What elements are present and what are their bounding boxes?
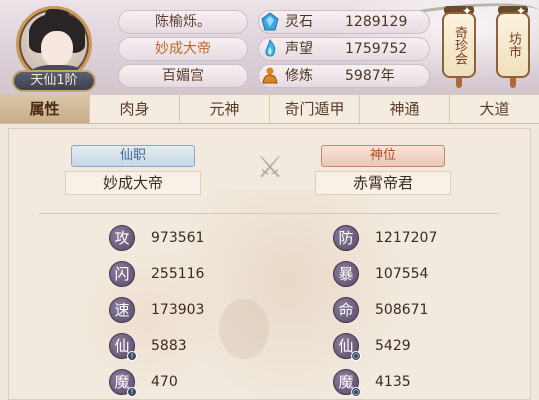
resource-spirit-stone: 灵石 1289129 — [258, 10, 430, 34]
meditation-icon — [257, 63, 283, 89]
spirit-stone-icon — [257, 9, 283, 35]
cultivation-rank-badge: 天仙1阶 — [12, 70, 96, 92]
resource-reputation: 声望 1759752 — [258, 37, 430, 61]
resource-cultivation: 修炼 5987年 — [258, 64, 430, 88]
sparkle-icon: ✦ — [516, 4, 527, 18]
demonic-resist-icon: 魔 ○ — [333, 369, 361, 397]
tab-dao[interactable]: 大道 — [450, 95, 539, 123]
profile-info: 陈榆烁。 妙成大帝 百媚宫 — [118, 10, 248, 91]
treasure-auction-label: 奇珍会 — [442, 12, 476, 78]
player-name: 陈榆烁。 — [118, 10, 248, 34]
info-dot-icon: ○ — [351, 351, 361, 361]
demonic-power-icon: 魔 ! — [109, 369, 137, 397]
info-dot-icon: ! — [127, 387, 137, 397]
attack-icon: 攻 — [109, 225, 135, 251]
tab-body[interactable]: 肉身 — [90, 95, 180, 123]
player-header: 天仙1阶 陈榆烁。 妙成大帝 百媚宫 灵石 1289129 声望 1759752… — [0, 0, 539, 94]
reputation-flame-icon — [257, 36, 283, 62]
immortal-post: 仙职 妙成大帝 — [65, 145, 201, 195]
divine-rank-value: 赤霄帝君 — [315, 171, 451, 195]
market-button[interactable]: 坊市 ✦ — [496, 4, 530, 88]
stat-accuracy[interactable]: 命 508671 — [333, 297, 530, 323]
sparkle-icon: ✦ — [462, 4, 473, 18]
stat-dodge[interactable]: 闪 255116 — [109, 261, 309, 287]
immortal-resist-icon: 仙 ○ — [333, 333, 361, 361]
divider — [39, 213, 499, 214]
info-dot-icon: ○ — [351, 387, 361, 397]
stat-attack[interactable]: 攻 973561 — [109, 225, 309, 251]
tab-attributes[interactable]: 属性 — [0, 95, 90, 123]
tab-bar: 属性 肉身 元神 奇门遁甲 神通 大道 — [0, 94, 539, 124]
resource-list: 灵石 1289129 声望 1759752 修炼 5987年 — [258, 10, 430, 91]
immortal-post-value: 妙成大帝 — [65, 171, 201, 195]
tab-abilities[interactable]: 神通 — [360, 95, 450, 123]
dodge-icon: 闪 — [109, 261, 135, 287]
stat-immortal-power[interactable]: 仙 ! 5883 — [109, 333, 309, 361]
defense-icon: 防 — [333, 225, 359, 251]
speed-icon: 速 — [109, 297, 135, 323]
stat-defense[interactable]: 防 1217207 — [333, 225, 530, 251]
tab-qimen[interactable]: 奇门遁甲 — [270, 95, 360, 123]
divine-rank: 神位 赤霄帝君 — [315, 145, 451, 195]
treasure-auction-button[interactable]: 奇珍会 ✦ — [442, 4, 476, 88]
stat-immortal-resist[interactable]: 仙 ○ 5429 — [333, 333, 530, 361]
crossed-swords-icon: ⚔ — [256, 150, 284, 185]
player-title: 妙成大帝 — [118, 37, 248, 61]
avatar-frame[interactable]: 天仙1阶 — [10, 4, 98, 92]
info-dot-icon: ! — [127, 351, 137, 361]
immortal-power-icon: 仙 ! — [109, 333, 137, 361]
player-sect: 百媚宫 — [118, 64, 248, 88]
divine-rank-label: 神位 — [321, 145, 445, 167]
tab-spirit[interactable]: 元神 — [180, 95, 270, 123]
market-label: 坊市 — [496, 12, 530, 78]
immortal-post-label: 仙职 — [71, 145, 195, 167]
stat-demonic-resist[interactable]: 魔 ○ 4135 — [333, 369, 530, 397]
critical-icon: 暴 — [333, 261, 359, 287]
accuracy-icon: 命 — [333, 297, 359, 323]
attributes-panel: 仙职 妙成大帝 ⚔ 神位 赤霄帝君 攻 973561 闪 255116 速 17… — [8, 128, 531, 400]
stat-speed[interactable]: 速 173903 — [109, 297, 309, 323]
stat-critical[interactable]: 暴 107554 — [333, 261, 530, 287]
stat-demonic-power[interactable]: 魔 ! 470 — [109, 369, 309, 397]
